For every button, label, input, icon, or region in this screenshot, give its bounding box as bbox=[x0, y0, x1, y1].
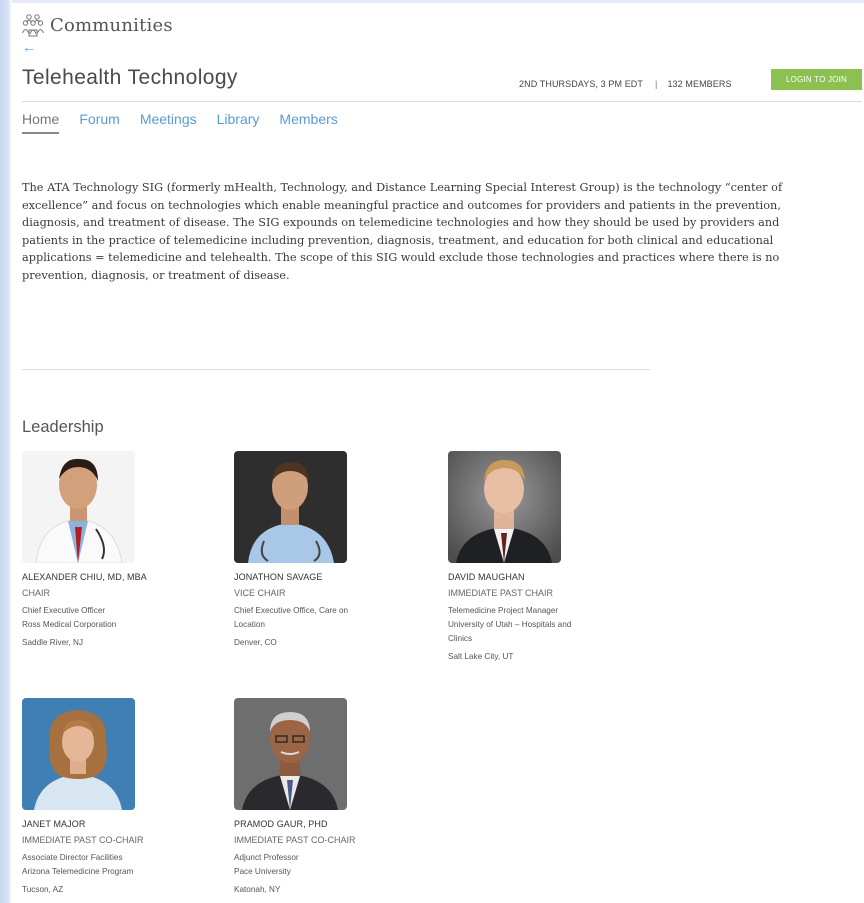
leader-location: Katonah, NY bbox=[234, 885, 281, 894]
leader-name: PRAMOD GAUR, PHD bbox=[234, 819, 328, 829]
leader-organization: Pace University bbox=[234, 867, 291, 876]
community-tabs: Home Forum Meetings Library Members bbox=[22, 111, 358, 134]
back-arrow-icon[interactable]: ← bbox=[22, 40, 36, 54]
leader-organization: Ross Medical Corporation bbox=[22, 620, 117, 629]
leader-organization: University of Utah – Hospitals and bbox=[448, 620, 572, 629]
brand[interactable]: Communities bbox=[22, 13, 173, 37]
leader-role: VICE CHAIR bbox=[234, 588, 286, 598]
leader-role: IMMEDIATE PAST CO-CHAIR bbox=[22, 835, 144, 845]
leader-organization: Arizona Telemedicine Program bbox=[22, 867, 134, 876]
leader-title-line: Chief Executive Officer bbox=[22, 606, 106, 615]
leader-card: JONATHON SAVAGE VICE CHAIR Chief Executi… bbox=[234, 451, 414, 647]
leader-name: ALEXANDER CHIU, MD, MBA bbox=[22, 572, 147, 582]
meta-separator: | bbox=[655, 79, 658, 89]
header-divider bbox=[22, 101, 862, 102]
leader-role: IMMEDIATE PAST CHAIR bbox=[448, 588, 554, 598]
leader-location: Tucson, AZ bbox=[22, 885, 64, 894]
leader-card: ALEXANDER CHIU, MD, MBA CHAIR Chief Exec… bbox=[22, 451, 202, 647]
leadership-title: Leadership bbox=[22, 418, 104, 436]
leader-name: DAVID MAUGHAN bbox=[448, 572, 525, 582]
login-to-join-button[interactable]: LOGIN TO JOIN bbox=[771, 69, 862, 90]
section-divider bbox=[22, 369, 650, 370]
leader-name: JANET MAJOR bbox=[22, 819, 86, 829]
tab-meetings[interactable]: Meetings bbox=[140, 111, 197, 134]
leader-photo[interactable] bbox=[234, 698, 347, 810]
leader-title-line: Location bbox=[234, 620, 265, 629]
leader-title-line: Adjunct Professor bbox=[234, 853, 299, 862]
tab-home[interactable]: Home bbox=[22, 111, 60, 134]
meeting-schedule: 2ND THURSDAYS, 3 PM EDT bbox=[519, 79, 643, 89]
page-title: Telehealth Technology bbox=[22, 66, 238, 89]
leader-role: CHAIR bbox=[22, 588, 51, 598]
leader-location: Salt Lake City, UT bbox=[448, 652, 514, 661]
community-people-icon bbox=[22, 13, 44, 37]
leader-role: IMMEDIATE PAST CO-CHAIR bbox=[234, 835, 356, 845]
leader-photo[interactable] bbox=[22, 698, 135, 810]
tab-forum[interactable]: Forum bbox=[79, 111, 119, 134]
leader-card: PRAMOD GAUR, PHD IMMEDIATE PAST CO-CHAIR… bbox=[234, 698, 414, 894]
leader-card: JANET MAJOR IMMEDIATE PAST CO-CHAIR Asso… bbox=[22, 698, 202, 894]
leader-photo[interactable] bbox=[22, 451, 135, 563]
leader-location: Denver, CO bbox=[234, 638, 277, 647]
leader-card: DAVID MAUGHAN IMMEDIATE PAST CHAIR Telem… bbox=[448, 451, 628, 661]
page: Communities ← Telehealth Technology 2ND … bbox=[12, 0, 864, 903]
tab-members[interactable]: Members bbox=[279, 111, 337, 134]
members-count: 132 MEMBERS bbox=[667, 79, 732, 89]
community-description: The ATA Technology SIG (formerly mHealth… bbox=[22, 181, 783, 282]
leader-photo[interactable] bbox=[234, 451, 347, 563]
leader-title-line: Telemedicine Project Manager bbox=[448, 606, 559, 615]
leader-title-line: Chief Executive Office, Care on bbox=[234, 606, 349, 615]
leader-name: JONATHON SAVAGE bbox=[234, 572, 323, 582]
leader-organization: Clinics bbox=[448, 634, 473, 643]
brand-title: Communities bbox=[50, 14, 173, 36]
leader-location: Saddle River, NJ bbox=[22, 638, 83, 647]
tab-library[interactable]: Library bbox=[217, 111, 260, 134]
community-meta: 2ND THURSDAYS, 3 PM EDT | 132 MEMBERS bbox=[519, 79, 732, 89]
leader-photo[interactable] bbox=[448, 451, 561, 563]
leader-title-line: Associate Director Facilities bbox=[22, 853, 123, 862]
